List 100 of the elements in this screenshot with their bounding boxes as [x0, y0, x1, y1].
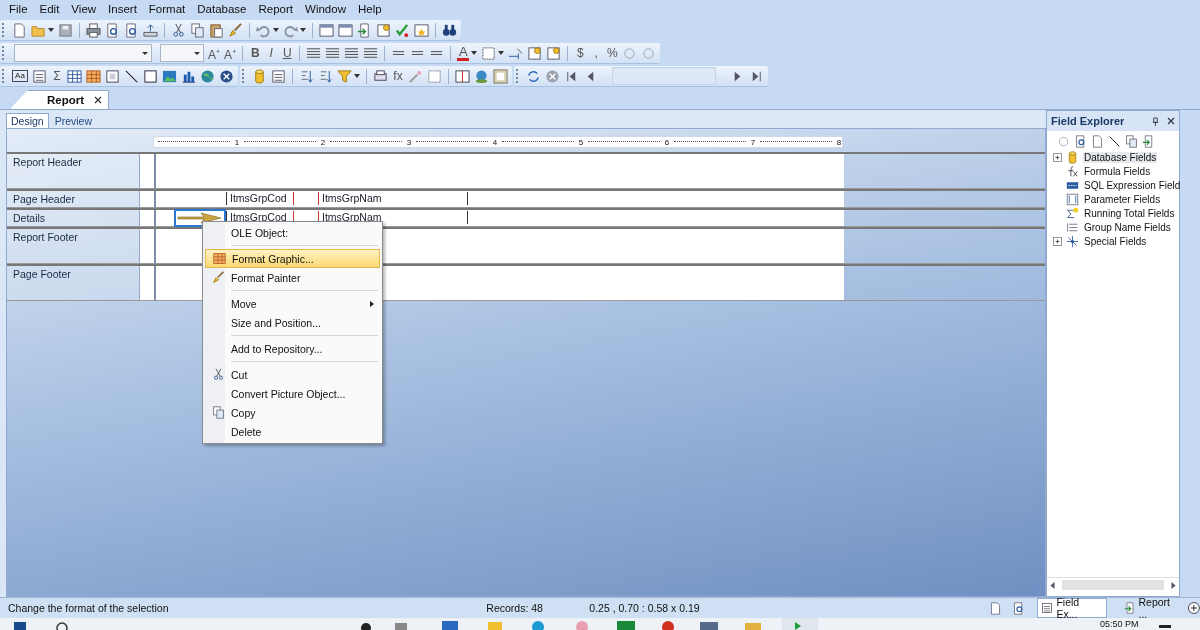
- toolbar-button[interactable]: fx: [392, 68, 404, 84]
- page-number-field[interactable]: [612, 67, 716, 85]
- frame-icon[interactable]: [105, 68, 120, 84]
- menu-item[interactable]: Delete: [205, 422, 380, 441]
- tree-item[interactable]: Parameter Fields: [1083, 193, 1162, 205]
- menu-item[interactable]: Move: [205, 294, 380, 313]
- toolbar-button[interactable]: ,: [590, 45, 603, 61]
- menu-item[interactable]: Format Graphic...: [205, 249, 380, 268]
- printer-icon[interactable]: [86, 22, 101, 38]
- menu-item[interactable]: Copy: [205, 403, 380, 422]
- dotted-square-icon[interactable]: [427, 68, 442, 84]
- menu-item[interactable]: Insert: [103, 3, 144, 15]
- tree-item[interactable]: Running Total Fields: [1083, 207, 1176, 219]
- toolbar-button[interactable]: %: [606, 45, 619, 61]
- menu-item[interactable]: Edit: [34, 3, 67, 15]
- pin-icon[interactable]: [1152, 116, 1159, 126]
- menu-item[interactable]: Add to Repository...: [205, 339, 380, 358]
- copy-icon[interactable]: [1125, 135, 1138, 148]
- refresh-icon[interactable]: [526, 68, 541, 84]
- caret-icon[interactable]: [273, 28, 279, 32]
- menu-item[interactable]: Size and Position...: [205, 313, 380, 332]
- toolbar-button[interactable]: Aa: [12, 70, 28, 82]
- toolbar-button[interactable]: A: [457, 45, 470, 61]
- caret-icon[interactable]: [48, 28, 54, 32]
- grid-icon[interactable]: [212, 252, 226, 265]
- tray-icon[interactable]: [143, 22, 158, 38]
- toolbar-button[interactable]: B: [249, 45, 262, 61]
- close-icon[interactable]: [1167, 117, 1175, 125]
- picture-icon[interactable]: [162, 68, 177, 84]
- align-icon[interactable]: [344, 45, 360, 61]
- toolbar-button[interactable]: Σ: [51, 68, 63, 84]
- section-label[interactable]: Details: [7, 210, 140, 226]
- checkmark-icon[interactable]: [395, 22, 410, 38]
- menu-item[interactable]: Report: [253, 3, 301, 15]
- view-tab[interactable]: Preview: [50, 114, 97, 128]
- align-icon[interactable]: [306, 45, 322, 61]
- tree-item[interactable]: Group Name Fields: [1083, 221, 1172, 233]
- list-icon[interactable]: [32, 68, 47, 84]
- toolbar-button[interactable]: A$^{+}$: [224, 43, 237, 63]
- field-object[interactable]: ItmsGrpNam: [318, 192, 468, 205]
- caret-icon[interactable]: [354, 74, 360, 78]
- menu-item[interactable]: Database: [192, 3, 254, 15]
- globe-icon[interactable]: [200, 68, 215, 84]
- menu-item[interactable]: Window: [300, 3, 353, 15]
- page-magnifier-icon[interactable]: [105, 22, 120, 38]
- close-icon[interactable]: [94, 96, 103, 104]
- field-object[interactable]: ItmsGrpCod: [226, 192, 294, 205]
- right-triangle-icon[interactable]: [1168, 579, 1179, 591]
- copy-icon[interactable]: [211, 406, 225, 419]
- frame-icon[interactable]: [493, 68, 508, 84]
- horizontal-scrollbar[interactable]: [1047, 577, 1179, 592]
- menu-item[interactable]: Help: [352, 3, 389, 15]
- toolbar-button[interactable]: I: [265, 45, 278, 61]
- ole-object[interactable]: [176, 211, 224, 225]
- window-icon[interactable]: [319, 22, 334, 38]
- printer-page-icon[interactable]: [373, 68, 388, 84]
- brush-icon[interactable]: [211, 271, 225, 284]
- sort-icon[interactable]: [318, 68, 333, 84]
- list-icon[interactable]: [271, 68, 286, 84]
- align-icon[interactable]: [363, 45, 379, 61]
- section-label[interactable]: Page Footer: [7, 266, 140, 300]
- view-tab[interactable]: Design: [6, 113, 49, 128]
- scissors-icon[interactable]: [171, 22, 186, 38]
- tree-item[interactable]: Formula Fields: [1083, 165, 1152, 177]
- panel-tab[interactable]: Field Ex...: [1037, 598, 1107, 618]
- window-split-icon[interactable]: [455, 68, 470, 84]
- star-window-icon[interactable]: [414, 22, 429, 38]
- section-label[interactable]: Page Header: [7, 191, 140, 207]
- toolbar-button[interactable]: A$^{+}$: [208, 43, 221, 63]
- notification-icon[interactable]: [1158, 624, 1171, 628]
- sort-icon[interactable]: [299, 68, 314, 84]
- tree-item[interactable]: Special Fields: [1083, 235, 1148, 247]
- line-icon[interactable]: [124, 68, 139, 84]
- expand-box[interactable]: [1053, 152, 1062, 162]
- document-icon[interactable]: [1091, 135, 1104, 148]
- page-magnifier-icon[interactable]: [124, 22, 139, 38]
- wand-icon[interactable]: [408, 68, 423, 84]
- grid-icon[interactable]: [86, 68, 101, 84]
- copy-icon[interactable]: [190, 22, 205, 38]
- menu-item[interactable]: Format: [143, 3, 193, 15]
- menu-item[interactable]: View: [66, 3, 104, 15]
- align-icon[interactable]: [325, 45, 341, 61]
- binoculars-icon[interactable]: [442, 22, 457, 38]
- menu-item[interactable]: Format Painter: [205, 268, 380, 287]
- plus-icon[interactable]: [1188, 602, 1200, 614]
- tree-item[interactable]: SQL Expression Field: [1083, 179, 1182, 191]
- page-magnifier-icon[interactable]: [1074, 135, 1087, 148]
- document-icon[interactable]: [12, 22, 27, 38]
- caret-icon[interactable]: [471, 51, 478, 55]
- section-label[interactable]: Report Footer: [7, 229, 140, 263]
- caret-icon[interactable]: [498, 51, 505, 55]
- table-icon[interactable]: [67, 68, 82, 84]
- line-icon[interactable]: [1108, 135, 1121, 148]
- window-icon[interactable]: [338, 22, 353, 38]
- tree-item[interactable]: Database Fields: [1083, 151, 1158, 163]
- section-label[interactable]: Report Header: [7, 154, 140, 188]
- square-icon[interactable]: [143, 68, 158, 84]
- menu-item[interactable]: Convert Picture Object...: [205, 384, 380, 403]
- toolbar-button[interactable]: $: [574, 45, 587, 61]
- cylinder-icon[interactable]: [252, 68, 267, 84]
